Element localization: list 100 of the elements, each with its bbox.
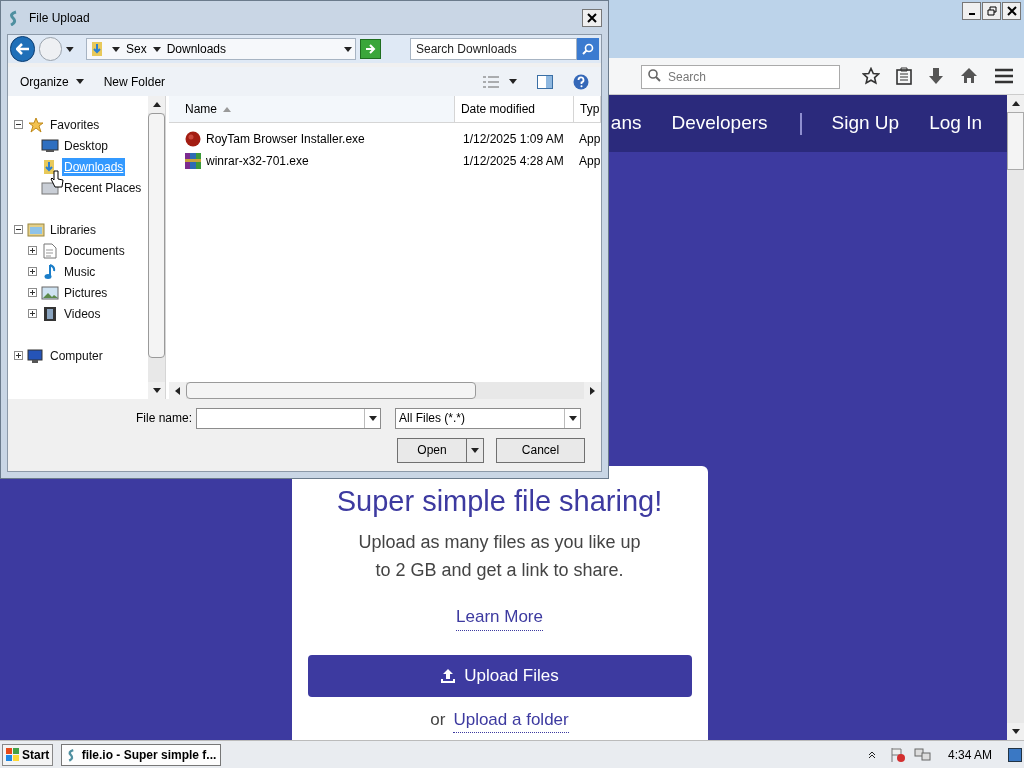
preview-pane-icon[interactable] (537, 74, 553, 89)
expand-toggle[interactable] (28, 309, 37, 318)
column-header[interactable]: Name (169, 96, 455, 122)
file-date: 1/12/2025 4:28 AM (462, 153, 565, 170)
star-icon[interactable] (862, 67, 880, 85)
expand-toggle[interactable] (28, 288, 37, 297)
music-note-icon (44, 263, 56, 280)
nav-tree-item[interactable]: Recent Places (62, 178, 144, 197)
file-name-label: File name: (136, 410, 193, 427)
network-icon[interactable] (913, 746, 932, 763)
expand-toggle[interactable] (14, 351, 23, 360)
chevron-up-icon[interactable] (867, 750, 876, 759)
triangle-down-icon (1011, 729, 1020, 734)
breadcrumb-item[interactable]: Downloads (166, 40, 226, 58)
caret-icon (111, 46, 120, 52)
file-date: 1/12/2025 1:09 AM (462, 131, 565, 148)
help-icon[interactable] (573, 73, 589, 90)
file-type-dropdown[interactable]: All Files (*.*) (395, 407, 582, 429)
close-icon (1006, 6, 1017, 16)
taskbar-button[interactable]: file.io - Super simple f... (61, 743, 222, 766)
file-type: App (578, 131, 601, 148)
nav-tree-item[interactable]: Computer (48, 346, 105, 365)
file-name-field[interactable] (196, 407, 382, 429)
start-button[interactable]: Start (2, 743, 54, 766)
caret-icon (343, 46, 352, 52)
arrow-left-icon (15, 43, 30, 55)
open-options-button[interactable] (467, 437, 484, 463)
minimize-icon (968, 13, 975, 15)
sort-arrow-icon (223, 106, 231, 112)
star-icon (28, 116, 44, 133)
nav-tree-item[interactable]: Videos (62, 304, 103, 323)
scroll-arrow-button[interactable] (1007, 723, 1024, 740)
triangle-up-icon (152, 102, 161, 107)
upload-files-button[interactable]: Upload Files (307, 654, 692, 697)
triangle-left-icon (175, 386, 180, 395)
search-field[interactable]: Search (641, 65, 840, 89)
learn-more-link[interactable]: Learn More (456, 604, 543, 631)
scroll-arrow-button[interactable] (1007, 95, 1024, 112)
close-button[interactable] (582, 8, 602, 27)
arrow-right-icon (364, 44, 377, 54)
home-icon[interactable] (960, 67, 978, 85)
nav-tree-item[interactable]: Libraries (48, 220, 99, 239)
open-button[interactable]: Open (397, 437, 467, 463)
scroll-arrow-button[interactable] (169, 382, 186, 399)
image-icon (41, 285, 59, 300)
nav-tree-item[interactable]: Music (62, 262, 98, 281)
menu-icon[interactable] (994, 68, 1014, 84)
nav-tree-item[interactable]: Documents (62, 241, 127, 260)
search-field[interactable]: Search Downloads (410, 38, 577, 60)
scroll-arrow-button[interactable] (148, 382, 165, 399)
flag-warning-icon[interactable] (889, 746, 906, 763)
restore-button[interactable] (982, 2, 1001, 20)
monitor-icon (41, 138, 59, 153)
horizontal-scrollbar[interactable] (169, 382, 601, 399)
show-desktop-button[interactable] (1008, 747, 1022, 762)
scrollbar-thumb[interactable] (148, 113, 165, 358)
upload-folder-link[interactable]: Upload a folder (453, 706, 569, 733)
triangle-up-icon (1011, 101, 1020, 106)
clipboard-icon[interactable] (896, 67, 912, 85)
clock[interactable]: 4:34 AM (947, 745, 992, 764)
windows-logo-icon (6, 747, 20, 762)
page-scrollbar[interactable] (1007, 95, 1024, 740)
file-type: App (578, 153, 601, 170)
triangle-right-icon (590, 386, 595, 395)
nav-link[interactable]: ans (610, 109, 642, 138)
expand-toggle[interactable] (28, 246, 37, 255)
expand-toggle[interactable] (28, 267, 37, 276)
back-button[interactable] (10, 36, 36, 62)
search-button[interactable] (577, 38, 599, 60)
caret-icon (471, 447, 479, 453)
caret-icon (509, 79, 517, 84)
nav-link[interactable]: Log In (929, 109, 982, 138)
refresh-button[interactable] (359, 39, 381, 59)
organize-menu-button[interactable]: Organize (20, 72, 84, 91)
nav-tree-item[interactable]: Desktop (62, 136, 111, 155)
scrollbar-thumb[interactable] (1007, 112, 1024, 170)
nav-link[interactable]: Developers (671, 109, 768, 138)
archive-icon (185, 153, 201, 169)
download-icon[interactable] (928, 67, 944, 85)
new-folder-button[interactable]: New Folder (103, 72, 166, 91)
vertical-scrollbar[interactable] (148, 96, 165, 399)
file-name[interactable]: RoyTam Browser Installer.exe (206, 130, 365, 148)
upload-icon (440, 667, 457, 684)
search-icon (648, 69, 661, 82)
film-icon (43, 305, 57, 322)
scroll-arrow-button[interactable] (148, 96, 165, 113)
breadcrumb-item[interactable]: Sex (125, 40, 147, 58)
cancel-button[interactable]: Cancel (496, 437, 585, 463)
file-name[interactable]: winrar-x32-701.exe (206, 152, 309, 170)
nav-link[interactable]: Sign Up (831, 109, 900, 138)
nav-tree-item[interactable]: Favorites (48, 115, 102, 134)
scroll-arrow-button[interactable] (584, 382, 601, 399)
collapse-toggle[interactable] (14, 225, 23, 234)
scrollbar-thumb[interactable] (186, 382, 476, 399)
hand-cursor-icon (50, 170, 64, 190)
dialog-title: File Upload (29, 9, 90, 27)
collapse-toggle[interactable] (14, 120, 23, 129)
close-button[interactable] (1002, 2, 1021, 20)
minimize-button[interactable] (962, 2, 981, 20)
nav-tree-item[interactable]: Pictures (62, 283, 110, 302)
